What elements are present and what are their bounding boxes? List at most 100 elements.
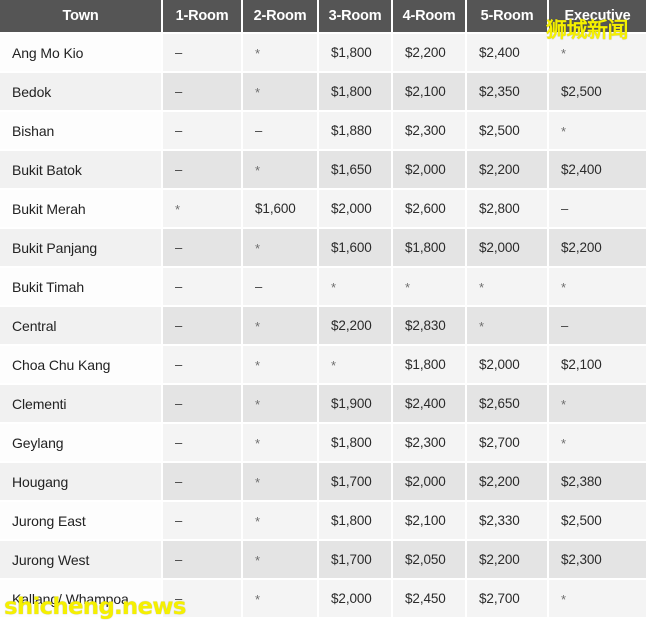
cell-1-room-rate: –: [162, 384, 243, 424]
cell-2-room-rate: *: [242, 228, 319, 268]
table-row: Bedok – * $1,800 $2,100 $2,350 $2,500: [0, 72, 646, 112]
table-row: Geylang – * $1,800 $2,300 $2,700 *: [0, 423, 646, 463]
cell-5-room-rate: *: [466, 267, 549, 307]
cell-town-name: Jurong East: [0, 501, 163, 541]
cell-2-room-rate: *: [242, 423, 319, 463]
cell-4-room-rate: $1,800: [392, 228, 467, 268]
rate-value: $2,600: [405, 201, 446, 216]
asterisk-icon: *: [331, 358, 336, 373]
cell-executive-rate: *: [548, 384, 646, 424]
dash-icon: –: [561, 201, 569, 216]
cell-5-room-rate: $2,200: [466, 462, 549, 502]
cell-town-name: Central: [0, 306, 163, 346]
rate-value: $2,100: [405, 84, 446, 99]
table-row: Jurong West – * $1,700 $2,050 $2,200 $2,300: [0, 540, 646, 580]
table-row: Bishan – – $1,880 $2,300 $2,500 *: [0, 111, 646, 151]
column-header-2-room[interactable]: 2-Room: [242, 0, 319, 34]
asterisk-icon: *: [255, 241, 260, 256]
rate-value: $2,380: [561, 474, 602, 489]
rate-value: $2,200: [561, 240, 602, 255]
cell-4-room-rate: $2,600: [392, 189, 467, 229]
cell-executive-rate: $2,380: [548, 462, 646, 502]
asterisk-icon: *: [255, 436, 260, 451]
asterisk-icon: *: [561, 397, 566, 412]
cell-2-room-rate: *: [242, 501, 319, 541]
column-header-3-room[interactable]: 3-Room: [318, 0, 393, 34]
column-header-1-room[interactable]: 1-Room: [162, 0, 243, 34]
column-header-5-room[interactable]: 5-Room: [466, 0, 549, 34]
cell-executive-rate: *: [548, 267, 646, 307]
rate-value: $2,200: [405, 45, 446, 60]
cell-4-room-rate: $1,800: [392, 345, 467, 385]
cell-4-room-rate: $2,300: [392, 423, 467, 463]
rate-value: $2,100: [561, 357, 602, 372]
cell-4-room-rate: $2,830: [392, 306, 467, 346]
rate-value: $2,200: [479, 162, 520, 177]
rate-value: $2,830: [405, 318, 446, 333]
cell-2-room-rate: $1,600: [242, 189, 319, 229]
cell-2-room-rate: *: [242, 306, 319, 346]
asterisk-icon: *: [561, 592, 566, 607]
cell-5-room-rate: $2,000: [466, 228, 549, 268]
cell-1-room-rate: *: [162, 189, 243, 229]
cell-4-room-rate: $2,000: [392, 150, 467, 190]
cell-3-room-rate: $1,800: [318, 501, 393, 541]
cell-5-room-rate: $2,200: [466, 540, 549, 580]
asterisk-icon: *: [175, 202, 180, 217]
rate-value: $2,500: [561, 513, 602, 528]
dash-icon: –: [175, 84, 183, 99]
header-row: Town 1-Room 2-Room 3-Room 4-Room 5-Room …: [0, 0, 646, 34]
cell-1-room-rate: –: [162, 111, 243, 151]
asterisk-icon: *: [479, 280, 484, 295]
dash-icon: –: [175, 435, 183, 450]
cell-1-room-rate: –: [162, 579, 243, 619]
rate-value: $2,300: [405, 123, 446, 138]
asterisk-icon: *: [255, 553, 260, 568]
column-header-4-room[interactable]: 4-Room: [392, 0, 467, 34]
cell-3-room-rate: $2,000: [318, 579, 393, 619]
cell-executive-rate: –: [548, 189, 646, 229]
cell-3-room-rate: $1,900: [318, 384, 393, 424]
dash-icon: –: [561, 318, 569, 333]
cell-town-name: Ang Mo Kio: [0, 33, 163, 73]
cell-town-name: Bukit Timah: [0, 267, 163, 307]
cell-2-room-rate: *: [242, 150, 319, 190]
cell-3-room-rate: $2,200: [318, 306, 393, 346]
cell-4-room-rate: $2,200: [392, 33, 467, 73]
column-header-executive[interactable]: Executive: [548, 0, 646, 34]
rate-value: $2,300: [561, 552, 602, 567]
cell-1-room-rate: –: [162, 33, 243, 73]
rate-value: $2,400: [405, 396, 446, 411]
cell-executive-rate: *: [548, 33, 646, 73]
table-row: Jurong East – * $1,800 $2,100 $2,330 $2,500: [0, 501, 646, 541]
rate-value: $1,800: [331, 45, 372, 60]
cell-5-room-rate: $2,500: [466, 111, 549, 151]
rate-value: $1,880: [331, 123, 372, 138]
cell-5-room-rate: $2,650: [466, 384, 549, 424]
cell-executive-rate: $2,500: [548, 501, 646, 541]
rate-value: $2,650: [479, 396, 520, 411]
cell-town-name: Bukit Merah: [0, 189, 163, 229]
asterisk-icon: *: [561, 280, 566, 295]
cell-4-room-rate: $2,050: [392, 540, 467, 580]
rate-value: $1,800: [331, 84, 372, 99]
dash-icon: –: [255, 279, 263, 294]
column-header-town[interactable]: Town: [0, 0, 163, 34]
table-row: Bukit Timah – – * * * *: [0, 267, 646, 307]
cell-executive-rate: $2,400: [548, 150, 646, 190]
asterisk-icon: *: [255, 514, 260, 529]
cell-town-name: Geylang: [0, 423, 163, 463]
rate-value: $1,700: [331, 552, 372, 567]
cell-3-room-rate: $2,000: [318, 189, 393, 229]
rate-value: $2,300: [405, 435, 446, 450]
rate-value: $1,800: [405, 240, 446, 255]
rate-value: $2,450: [405, 591, 446, 606]
cell-4-room-rate: $2,100: [392, 72, 467, 112]
cell-3-room-rate: $1,700: [318, 462, 393, 502]
cell-5-room-rate: $2,700: [466, 423, 549, 463]
asterisk-icon: *: [255, 592, 260, 607]
cell-4-room-rate: $2,300: [392, 111, 467, 151]
cell-2-room-rate: *: [242, 345, 319, 385]
cell-1-room-rate: –: [162, 540, 243, 580]
cell-executive-rate: $2,200: [548, 228, 646, 268]
